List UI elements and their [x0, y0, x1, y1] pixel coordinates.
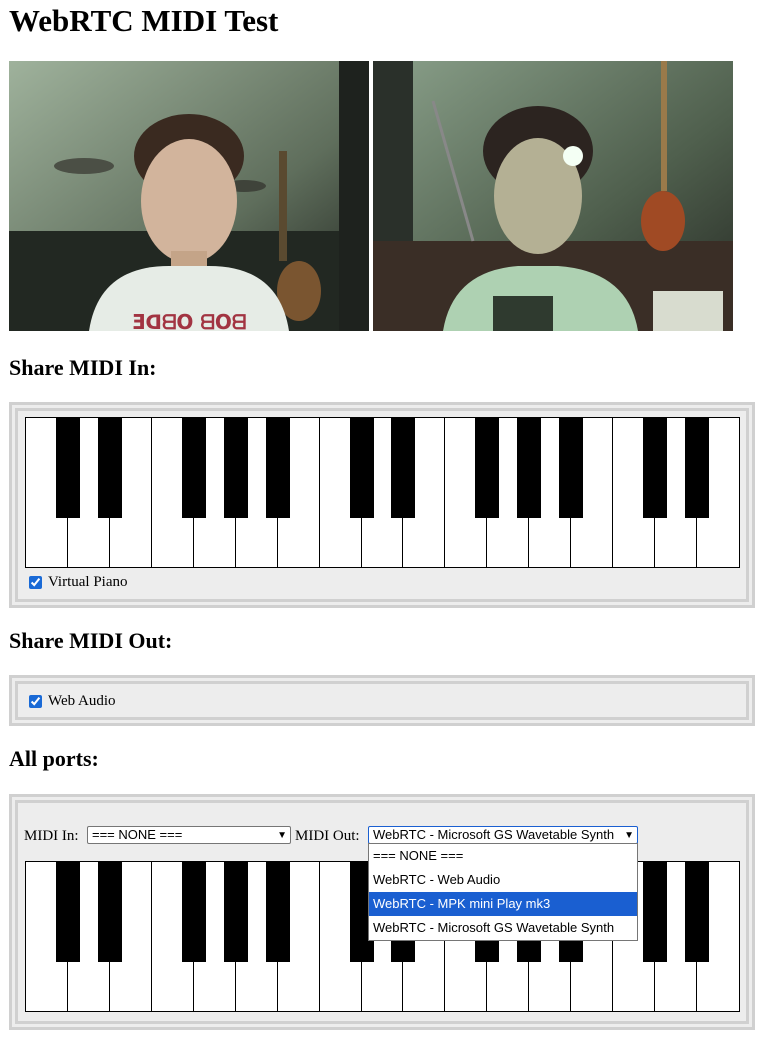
share-midi-in-heading: Share MIDI In: — [9, 355, 157, 380]
local-video: ƎᗡᗺO ᗺOᗺ — [9, 61, 369, 331]
black-key[interactable] — [97, 862, 122, 962]
black-key[interactable] — [55, 418, 80, 518]
black-key[interactable] — [391, 418, 416, 518]
midi-in-panel: Virtual Piano — [9, 402, 755, 608]
web-audio-option[interactable]: Web Audio — [29, 692, 116, 710]
black-key[interactable] — [97, 418, 122, 518]
svg-text:ƎᗡᗺO ᗺOᗺ: ƎᗡᗺO ᗺOᗺ — [132, 310, 247, 331]
virtual-piano-checkbox[interactable] — [29, 575, 42, 589]
dropdown-option[interactable]: WebRTC - Web Audio — [369, 868, 637, 892]
page-title: WebRTC MIDI Test — [9, 3, 279, 38]
web-audio-label: Web Audio — [48, 693, 116, 709]
midi-out-panel-inner — [15, 681, 749, 720]
black-key[interactable] — [181, 418, 206, 518]
dropdown-option-highlighted[interactable]: WebRTC - MPK mini Play mk3 — [369, 892, 637, 916]
black-key[interactable] — [559, 418, 584, 518]
midi-in-port-value: === NONE === — [92, 827, 183, 842]
midi-out-dropdown-list[interactable]: === NONE === WebRTC - Web Audio WebRTC -… — [368, 843, 638, 941]
black-key[interactable] — [265, 862, 290, 962]
black-key[interactable] — [55, 862, 80, 962]
black-key[interactable] — [223, 418, 248, 518]
dropdown-option[interactable]: WebRTC - Microsoft GS Wavetable Synth — [369, 916, 637, 940]
midi-out-port-label: MIDI Out: — [295, 828, 360, 844]
midi-in-port-label: MIDI In: — [24, 828, 79, 844]
black-key[interactable] — [223, 862, 248, 962]
virtual-piano-keyboard[interactable] — [25, 417, 740, 568]
black-key[interactable] — [349, 418, 374, 518]
black-key[interactable] — [475, 418, 500, 518]
virtual-piano-label: Virtual Piano — [48, 574, 128, 590]
web-audio-checkbox[interactable] — [29, 694, 42, 708]
midi-in-port-select[interactable]: === NONE === ▼ — [87, 826, 291, 844]
remote-video — [373, 61, 733, 331]
chevron-down-icon: ▼ — [277, 830, 287, 841]
midi-out-port-select[interactable]: WebRTC - Microsoft GS Wavetable Synth ▼ — [368, 826, 638, 844]
chevron-down-icon: ▼ — [624, 830, 634, 841]
black-key[interactable] — [265, 418, 290, 518]
all-ports-heading: All ports: — [9, 746, 99, 771]
black-key[interactable] — [643, 862, 668, 962]
black-key[interactable] — [181, 862, 206, 962]
black-key[interactable] — [685, 418, 710, 518]
black-key[interactable] — [685, 862, 710, 962]
midi-out-panel: Web Audio — [9, 675, 755, 726]
virtual-piano-option[interactable]: Virtual Piano — [29, 573, 128, 591]
black-key[interactable] — [643, 418, 668, 518]
share-midi-out-heading: Share MIDI Out: — [9, 628, 173, 653]
black-key[interactable] — [517, 418, 542, 518]
dropdown-option[interactable]: === NONE === — [369, 844, 637, 868]
midi-out-port-value: WebRTC - Microsoft GS Wavetable Synth — [373, 827, 615, 842]
